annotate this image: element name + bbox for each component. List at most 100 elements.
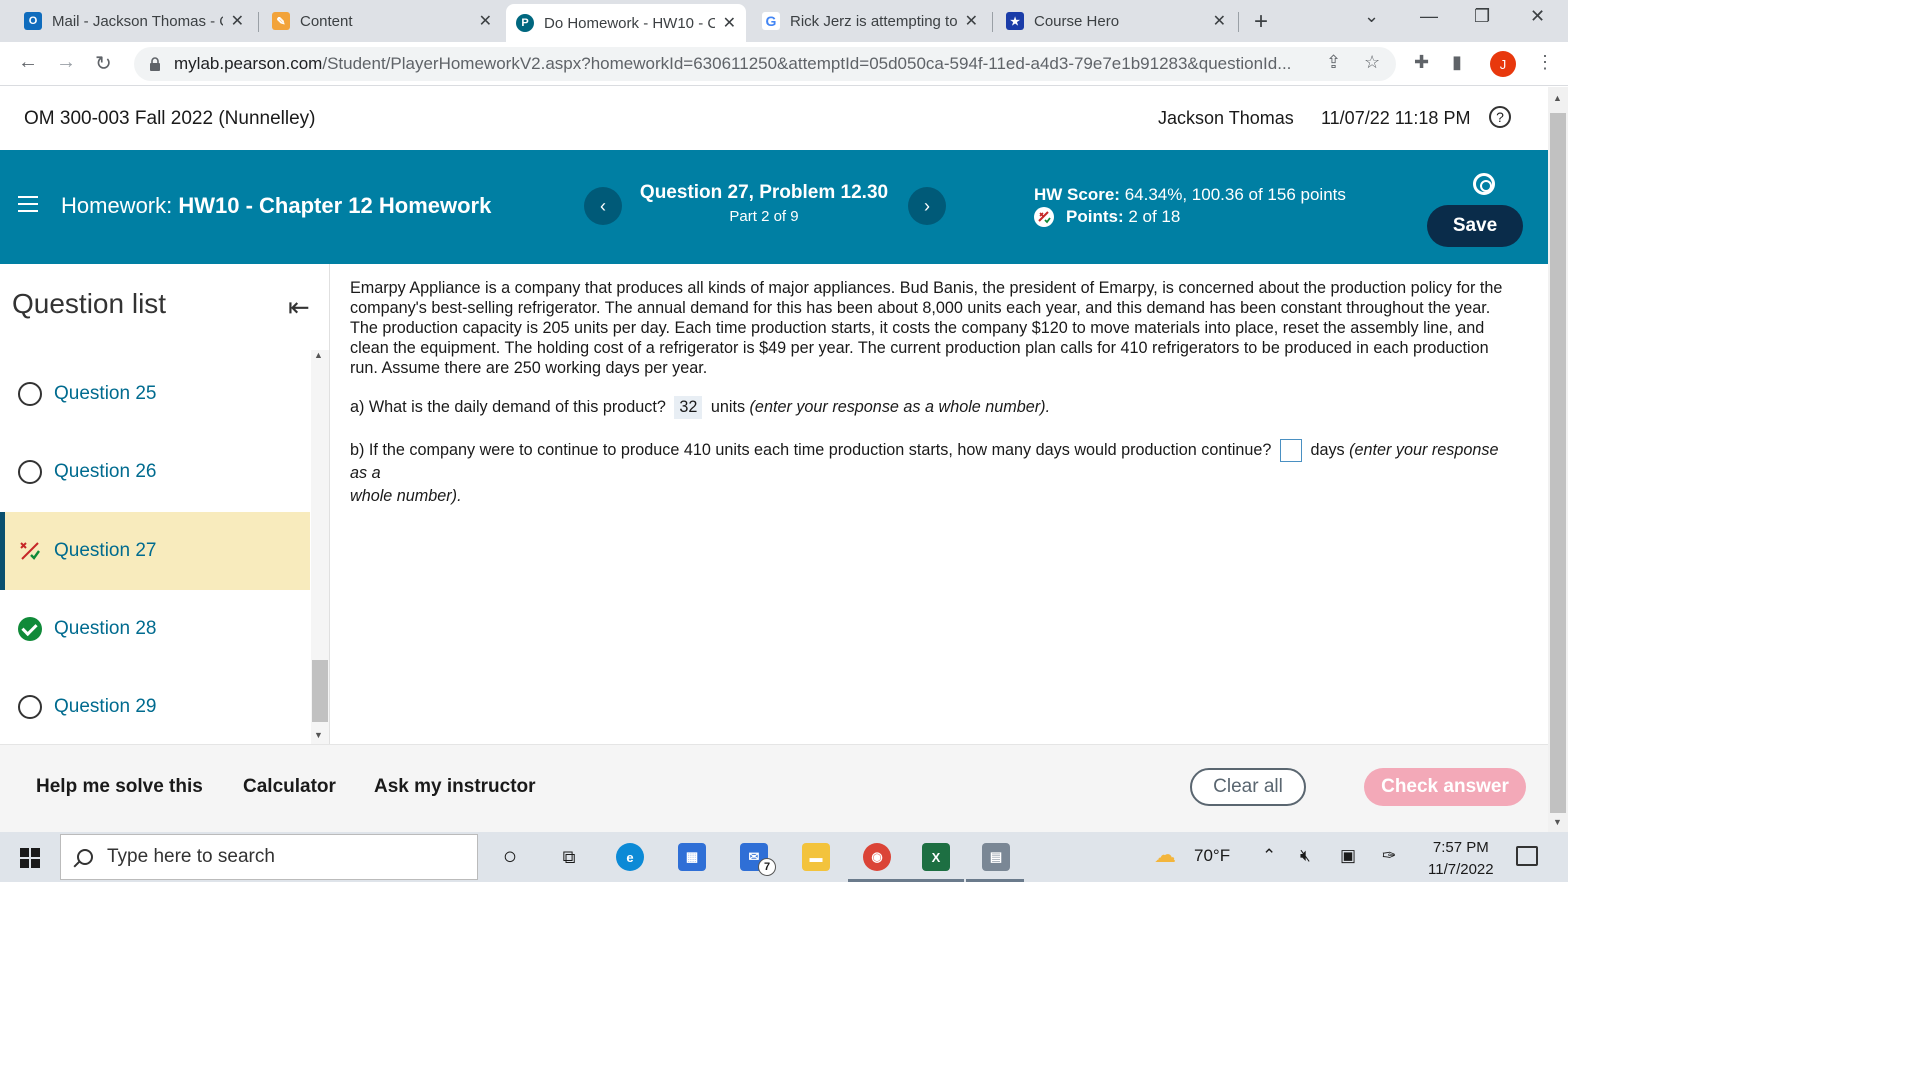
microsoft-store-icon[interactable]: ▦	[678, 843, 706, 871]
restore-icon[interactable]: ❐	[1474, 6, 1490, 27]
windows-taskbar: Type here to search ○ ⧉ e ▦ ✉ 7 ▬ ◉ X ▤ …	[0, 832, 1568, 882]
minimize-icon[interactable]: —	[1420, 6, 1438, 27]
tab-title: Mail - Jackson Thomas - C	[52, 12, 223, 30]
weather-temp[interactable]: 70°F	[1194, 846, 1230, 866]
scroll-up-arrow-icon[interactable]: ▲	[1553, 93, 1562, 103]
tab-search-icon[interactable]: ⌄	[1364, 6, 1379, 27]
tab-course-hero[interactable]: ★ Course Hero ✕	[996, 4, 1236, 38]
profile-avatar[interactable]: J	[1490, 51, 1516, 77]
windows-start-icon[interactable]	[20, 848, 40, 868]
correct-check-icon	[18, 617, 42, 641]
hw-score-value: 64.34%, 100.36 of 156 points	[1124, 185, 1346, 204]
close-icon[interactable]: ✕	[231, 11, 244, 31]
question-list-scrollbar[interactable]: ▲ ▼	[311, 350, 329, 744]
tab-title: Content	[300, 12, 353, 30]
new-tab-button[interactable]: +	[1254, 8, 1268, 36]
part-a-unit: units	[710, 398, 746, 416]
chrome-icon[interactable]: ◉	[863, 843, 891, 871]
pencil-icon: ✎	[272, 12, 290, 30]
tray-chevron-up-icon[interactable]: ⌃	[1262, 846, 1276, 866]
tab-separator	[992, 12, 993, 32]
url-field[interactable]: mylab.pearson.com/Student/PlayerHomework…	[134, 47, 1396, 81]
volume-muted-icon[interactable]: 🔇︎	[1300, 846, 1311, 866]
tab-separator	[258, 12, 259, 32]
window-close-icon[interactable]: ✕	[1530, 6, 1545, 27]
question-item-label: Question 29	[54, 696, 157, 717]
points-label: Points:	[1066, 207, 1124, 226]
part-a-answer[interactable]: 32	[674, 396, 703, 419]
bookmark-star-icon[interactable]: ☆	[1364, 52, 1380, 73]
taskbar-clock[interactable]: 7:57 PM 11/7/2022	[1428, 837, 1494, 881]
collapse-panel-icon[interactable]: ⇤	[288, 292, 310, 323]
close-icon[interactable]: ✕	[1213, 11, 1226, 31]
question-item-26[interactable]: Question 26	[0, 433, 310, 511]
part-a: a) What is the daily demand of this prod…	[350, 396, 1050, 419]
question-item-28[interactable]: Question 28	[0, 590, 310, 668]
active-app-indicator	[966, 879, 1024, 882]
close-icon[interactable]: ✕	[723, 13, 736, 33]
user-name[interactable]: Jackson Thomas	[1158, 108, 1294, 129]
tab-content[interactable]: ✎ Content ✕	[262, 4, 502, 38]
ask-instructor-button[interactable]: Ask my instructor	[374, 776, 536, 798]
share-icon[interactable]: ⇪	[1326, 52, 1341, 73]
weather-cloud-sun-icon[interactable]: ☁	[1154, 842, 1176, 868]
task-view-icon[interactable]: ⧉	[555, 843, 583, 871]
side-panel-icon[interactable]: ▮	[1452, 52, 1462, 73]
cortana-icon[interactable]: ○	[496, 843, 524, 871]
close-icon[interactable]: ✕	[965, 11, 978, 31]
clock-time: 7:57 PM	[1432, 839, 1489, 856]
taskbar-search-input[interactable]: Type here to search	[60, 834, 478, 880]
calculator-app-icon[interactable]: ▤	[982, 843, 1010, 871]
question-item-29[interactable]: Question 29	[0, 668, 310, 746]
question-list-title: Question list	[12, 288, 167, 319]
close-icon[interactable]: ✕	[479, 11, 492, 31]
hw-score-label: HW Score:	[1034, 185, 1120, 204]
partial-credit-icon	[1034, 207, 1054, 227]
clear-all-button[interactable]: Clear all	[1190, 768, 1306, 806]
question-item-25[interactable]: Question 25	[0, 355, 310, 433]
search-icon	[77, 849, 93, 865]
meet-now-icon[interactable]: ▣	[1340, 846, 1356, 866]
bottom-toolbar: Help me solve this Calculator Ask my ins…	[0, 744, 1548, 832]
save-button[interactable]: Save	[1427, 205, 1523, 247]
menu-kebab-icon[interactable]: ⋮	[1536, 52, 1554, 73]
scroll-up-arrow-icon[interactable]: ▲	[314, 350, 323, 360]
url-path: /Student/PlayerHomeworkV2.aspx?homeworkI…	[322, 54, 1292, 73]
scroll-down-arrow-icon[interactable]: ▼	[1553, 817, 1562, 827]
calculator-button[interactable]: Calculator	[243, 776, 336, 798]
question-item-27[interactable]: Question 27	[0, 512, 310, 590]
tab-separator	[1238, 12, 1239, 32]
pen-icon[interactable]: ✑	[1382, 846, 1396, 866]
notification-center-icon[interactable]	[1516, 846, 1538, 866]
excel-icon[interactable]: X	[922, 843, 950, 871]
page-scrollbar[interactable]: ▲ ▼	[1548, 87, 1568, 832]
scroll-down-arrow-icon[interactable]: ▼	[314, 730, 323, 740]
forward-arrow-icon[interactable]: →	[56, 51, 76, 74]
url-text: mylab.pearson.com/Student/PlayerHomework…	[174, 54, 1304, 74]
previous-question-button[interactable]: ‹	[584, 187, 622, 225]
page-scrollbar-thumb[interactable]	[1550, 113, 1566, 813]
reload-icon[interactable]: ↻	[95, 51, 112, 76]
partial-credit-icon	[18, 539, 42, 563]
settings-gear-icon[interactable]	[1473, 173, 1495, 195]
next-question-button[interactable]: ›	[908, 187, 946, 225]
outlook-icon: O	[24, 12, 42, 30]
question-title: Question 27, Problem 12.30	[639, 182, 889, 203]
edge-browser-icon[interactable]: e	[616, 843, 644, 871]
points-value: 2 of 18	[1128, 207, 1181, 226]
back-arrow-icon[interactable]: ←	[18, 51, 38, 74]
tab-mail[interactable]: O Mail - Jackson Thomas - C ✕	[14, 4, 254, 38]
tab-title: Course Hero	[1034, 12, 1120, 30]
file-explorer-icon[interactable]: ▬	[802, 843, 830, 871]
tab-google[interactable]: G Rick Jerz is attempting to ✕	[752, 4, 988, 38]
part-b-prompt: b) If the company were to continue to pr…	[350, 441, 1272, 459]
extensions-icon[interactable]: ✚	[1414, 52, 1429, 73]
tab-do-homework[interactable]: P Do Homework - HW10 - C ✕	[506, 4, 746, 42]
part-a-prompt: a) What is the daily demand of this prod…	[350, 398, 666, 416]
check-answer-button[interactable]: Check answer	[1364, 768, 1526, 806]
scrollbar-thumb[interactable]	[312, 660, 328, 722]
hamburger-menu-icon[interactable]	[18, 196, 38, 217]
help-me-solve-button[interactable]: Help me solve this	[36, 776, 203, 798]
part-b-answer-input[interactable]	[1279, 439, 1302, 463]
help-icon[interactable]: ?	[1489, 106, 1511, 128]
